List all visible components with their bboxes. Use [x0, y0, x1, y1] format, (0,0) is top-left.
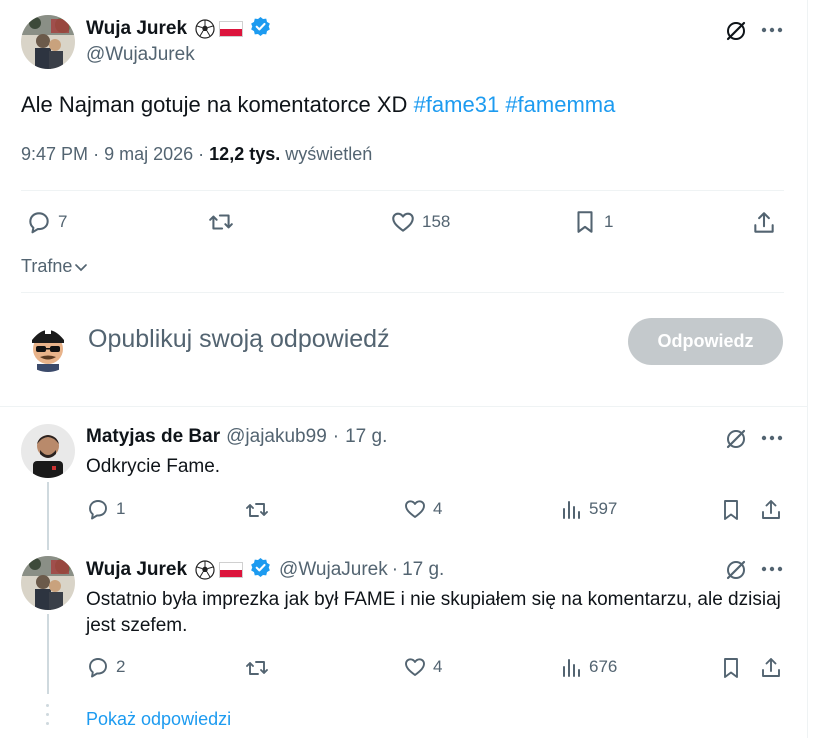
more-options-icon[interactable] — [758, 424, 786, 452]
reply-count: 2 — [116, 657, 126, 676]
poland-flag-icon — [219, 562, 244, 578]
views-count: 676 — [589, 657, 618, 676]
separator: · — [93, 144, 100, 164]
author-avatar[interactable] — [21, 15, 75, 69]
reply-count: 1 — [116, 499, 126, 518]
verified-badge-icon[interactable] — [250, 16, 271, 42]
grok-icon[interactable] — [722, 425, 750, 453]
heart-icon — [392, 212, 414, 232]
reply-time[interactable]: 17 g. — [402, 559, 444, 581]
separator: · — [391, 559, 399, 580]
reply-text: Ostatnio była imprezka jak był FAME i ni… — [86, 589, 781, 636]
bookmark-action[interactable]: 1 — [572, 209, 613, 235]
more-options-icon[interactable] — [758, 16, 786, 44]
reply-author-name[interactable]: Matyjas de Bar — [86, 426, 220, 448]
reply-input-placeholder: Opublikuj swoją odpowiedź — [88, 325, 390, 353]
share-icon[interactable] — [750, 209, 778, 237]
tweet-time[interactable]: 9:47 PM — [21, 144, 88, 164]
reply-action[interactable]: 1 — [86, 497, 125, 521]
tweet-date[interactable]: 9 maj 2026 — [104, 144, 193, 164]
reply-action[interactable]: 7 — [26, 209, 67, 235]
verified-badge-icon[interactable] — [250, 557, 271, 583]
bookmark-icon[interactable] — [718, 497, 744, 523]
share-icon[interactable] — [758, 497, 784, 523]
author-name[interactable]: Wuja Jurek — [86, 18, 187, 40]
divider — [0, 406, 808, 407]
repost-icon[interactable] — [242, 655, 272, 681]
chevron-down-icon — [75, 263, 88, 271]
separator: · — [332, 426, 340, 447]
like-action[interactable]: 4 — [403, 497, 442, 521]
divider — [21, 190, 784, 191]
repost-icon — [209, 214, 233, 230]
sort-label: Trafne — [21, 256, 73, 276]
reply-icon — [29, 212, 49, 234]
like-count: 4 — [433, 657, 443, 676]
like-action[interactable]: 158 — [390, 209, 450, 235]
analytics-icon — [563, 659, 580, 677]
reply-time[interactable]: 17 g. — [345, 426, 387, 448]
tweet-meta: 9:47 PM · 9 maj 2026 · 12,2 tys. wyświet… — [21, 144, 372, 165]
more-options-icon[interactable] — [758, 555, 786, 583]
like-count: 4 — [433, 499, 443, 518]
reply-button[interactable]: Odpowiedz — [628, 318, 783, 365]
like-count: 158 — [422, 212, 451, 231]
thread-line — [47, 614, 49, 694]
show-replies-link[interactable]: Pokaż odpowiedzi — [86, 709, 231, 730]
views-count: 597 — [589, 499, 618, 518]
repost-action[interactable] — [206, 209, 242, 235]
my-avatar[interactable] — [21, 318, 75, 372]
divider — [21, 292, 784, 293]
analytics-icon — [563, 501, 580, 519]
reply-text: Odkrycie Fame. — [86, 456, 221, 477]
bookmark-icon[interactable] — [718, 655, 744, 681]
hashtag-link[interactable]: #famemma — [505, 92, 615, 117]
reply-author-handle[interactable]: @WujaJurek — [279, 559, 388, 581]
bookmark-count: 1 — [604, 212, 614, 231]
thread-line — [47, 482, 49, 550]
soccer-ball-icon — [195, 19, 215, 39]
views-label: wyświetleń — [285, 144, 373, 164]
tweet-text: Ale Najman gotuje na komentatorce XD #fa… — [21, 92, 615, 118]
views-action[interactable]: 676 — [561, 655, 617, 679]
poland-flag-icon — [219, 21, 244, 37]
soccer-ball-icon — [195, 560, 215, 580]
views-action[interactable]: 597 — [561, 497, 617, 521]
thread-dots — [46, 704, 50, 738]
conversation-panel: Wuja Jurek @WujaJurek Ale Najman gotuje … — [0, 0, 808, 738]
heart-icon — [405, 658, 425, 676]
repost-icon[interactable] — [242, 497, 272, 523]
heart-icon — [405, 500, 425, 518]
reply-author-name[interactable]: Wuja Jurek — [86, 559, 187, 581]
grok-icon[interactable] — [722, 556, 750, 584]
reply-count: 7 — [58, 212, 68, 231]
views-count: 12,2 tys. — [209, 144, 281, 164]
reply-action[interactable]: 2 — [86, 655, 125, 679]
reply-author-avatar[interactable] — [21, 556, 75, 610]
reply-icon — [89, 658, 107, 678]
share-icon[interactable] — [758, 655, 784, 681]
author-handle[interactable]: @WujaJurek — [86, 44, 195, 66]
reply-author-handle[interactable]: @jajakub99 — [226, 426, 327, 448]
reply-author-avatar[interactable] — [21, 424, 75, 478]
reply-icon — [89, 500, 107, 520]
bookmark-icon — [577, 211, 593, 233]
like-action[interactable]: 4 — [403, 655, 442, 679]
grok-icon[interactable] — [722, 17, 750, 45]
separator: · — [198, 144, 205, 164]
sort-dropdown[interactable]: Trafne — [21, 256, 89, 277]
tweet-text-body: Ale Najman gotuje na komentatorce XD — [21, 92, 408, 117]
reply-input[interactable]: Opublikuj swoją odpowiedź — [88, 325, 608, 361]
hashtag-link[interactable]: #fame31 — [414, 92, 500, 117]
